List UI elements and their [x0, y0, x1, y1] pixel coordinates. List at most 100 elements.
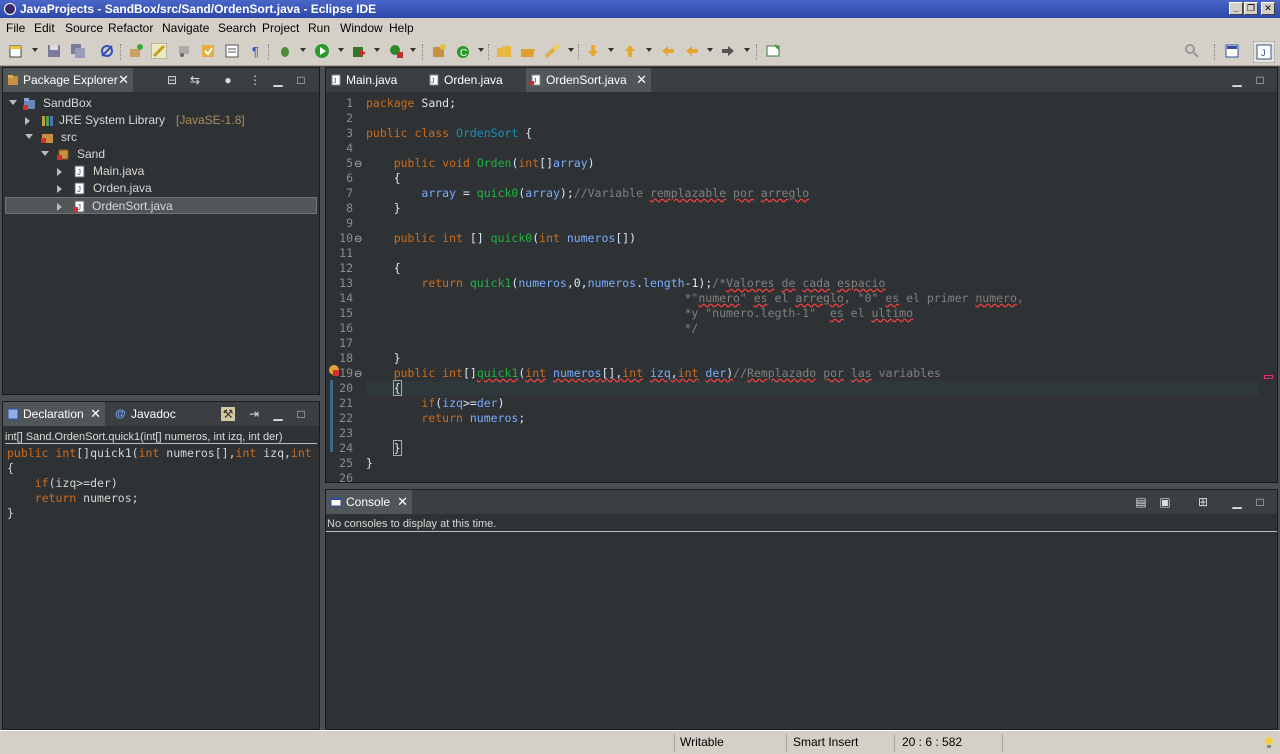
external-tools-icon[interactable] — [388, 43, 404, 59]
tab-javadoc[interactable]: @ Javadoc — [111, 402, 181, 426]
coverage-dropdown-icon[interactable] — [374, 48, 380, 52]
editor-overview-ruler[interactable] — [1263, 96, 1275, 478]
tree-item-ordensort-java[interactable]: J OrdenSort.java — [5, 197, 317, 214]
tab-declaration[interactable]: Declaration ✕ — [3, 402, 105, 426]
maximize-view-icon[interactable]: □ — [1253, 73, 1267, 87]
menu-run[interactable]: Run — [308, 21, 330, 35]
maximize-view-icon[interactable]: □ — [1253, 495, 1267, 509]
save-all-icon[interactable] — [70, 43, 86, 59]
code-editor[interactable]: package Sand; public class OrdenSort { p… — [366, 96, 1259, 482]
back-icon[interactable] — [684, 43, 700, 59]
display-selected-console-icon[interactable]: ▣ — [1158, 495, 1172, 509]
collapse-icon[interactable] — [9, 100, 17, 105]
next-annotation-icon[interactable] — [585, 43, 601, 59]
menu-navigate[interactable]: Navigate — [162, 21, 209, 35]
menu-file[interactable]: File — [6, 21, 25, 35]
open-task-icon[interactable] — [200, 43, 216, 59]
new-java-package-icon[interactable] — [431, 43, 447, 59]
menu-refactor[interactable]: Refactor — [108, 21, 153, 35]
next-annotation-dropdown-icon[interactable] — [608, 48, 614, 52]
tab-orden-java[interactable]: J Orden.java — [424, 68, 514, 92]
expand-icon[interactable] — [25, 117, 30, 125]
expand-icon[interactable] — [57, 203, 62, 211]
link-with-selection-icon[interactable]: ⚒ — [221, 407, 235, 421]
tab-package-explorer[interactable]: Package Explorer ✕ — [3, 68, 133, 92]
search-tool-icon[interactable] — [544, 43, 560, 59]
search-dropdown-icon[interactable] — [568, 48, 574, 52]
open-input-icon[interactable]: ⇥ — [247, 407, 261, 421]
java-perspective-icon[interactable]: J — [1253, 41, 1275, 63]
menu-help[interactable]: Help — [389, 21, 414, 35]
last-edit-location-icon[interactable] — [660, 43, 676, 59]
debug-dropdown-icon[interactable] — [300, 48, 306, 52]
block-selection-icon[interactable] — [224, 43, 240, 59]
menu-search[interactable]: Search — [218, 21, 256, 35]
tree-item-src[interactable]: src — [5, 129, 317, 146]
open-type-icon[interactable] — [176, 43, 192, 59]
run-dropdown-icon[interactable] — [338, 48, 344, 52]
minimize-view-icon[interactable]: ▁ — [1230, 73, 1244, 87]
collapse-all-icon[interactable]: ⊟ — [165, 73, 179, 87]
toggle-mark-occurrences-icon[interactable] — [151, 43, 167, 59]
save-icon[interactable] — [46, 43, 62, 59]
close-button[interactable]: ✕ — [1261, 2, 1275, 15]
tree-item-orden-java[interactable]: J Orden.java — [5, 180, 317, 197]
maximize-button[interactable]: ❐ — [1244, 2, 1258, 15]
close-icon[interactable]: ✕ — [118, 68, 129, 92]
maximize-view-icon[interactable]: □ — [294, 407, 308, 421]
close-icon[interactable]: ✕ — [90, 402, 101, 426]
view-menu-icon[interactable]: ⋮ — [248, 73, 262, 87]
clear-console-icon[interactable]: ▤ — [1134, 495, 1148, 509]
new-java-class-icon[interactable]: C — [455, 43, 471, 59]
back-dropdown-icon[interactable] — [707, 48, 713, 52]
open-file-icon[interactable] — [520, 43, 536, 59]
previous-annotation-dropdown-icon[interactable] — [646, 48, 652, 52]
external-tools-dropdown-icon[interactable] — [410, 48, 416, 52]
tab-console[interactable]: Console ✕ — [326, 490, 412, 514]
collapse-icon[interactable] — [41, 151, 49, 156]
menu-edit[interactable]: Edit — [34, 21, 55, 35]
error-overview-marker[interactable] — [1264, 375, 1273, 379]
search-icon[interactable] — [1184, 43, 1200, 59]
new-java-project-icon[interactable] — [128, 43, 144, 59]
skip-breakpoints-icon[interactable] — [99, 43, 115, 59]
fold-icon[interactable]: ⊖ — [354, 234, 362, 245]
expand-icon[interactable] — [57, 168, 62, 176]
coverage-icon[interactable] — [351, 43, 367, 59]
forward-icon[interactable] — [720, 43, 736, 59]
new-icon[interactable] — [8, 43, 24, 59]
minimize-button[interactable]: _ — [1229, 2, 1243, 15]
new-class-dropdown-icon[interactable] — [478, 48, 484, 52]
minimize-view-icon[interactable]: ▁ — [271, 73, 285, 87]
forward-dropdown-icon[interactable] — [744, 48, 750, 52]
tip-of-the-day-icon[interactable] — [1263, 736, 1275, 750]
tab-ordensort-java[interactable]: J OrdenSort.java ✕ — [526, 68, 651, 92]
close-icon[interactable]: ✕ — [636, 68, 647, 92]
tab-main-java[interactable]: J Main.java — [326, 68, 418, 92]
expand-icon[interactable] — [57, 185, 62, 193]
minimize-view-icon[interactable]: ▁ — [1230, 495, 1244, 509]
open-folder-icon[interactable] — [496, 43, 512, 59]
menu-source[interactable]: Source — [65, 21, 103, 35]
maximize-view-icon[interactable]: □ — [294, 73, 308, 87]
open-console-icon[interactable]: ⊞ — [1196, 495, 1210, 509]
show-whitespace-icon[interactable]: ¶ — [248, 43, 264, 59]
fold-icon[interactable]: ⊖ — [354, 159, 362, 170]
previous-annotation-icon[interactable] — [622, 43, 638, 59]
close-icon[interactable]: ✕ — [397, 490, 408, 514]
menu-project[interactable]: Project — [262, 21, 299, 35]
new-dropdown-icon[interactable] — [32, 48, 38, 52]
tree-item-jre-library[interactable]: JRE System Library [JavaSE-1.8] — [5, 112, 317, 129]
focus-on-active-task-icon[interactable]: ● — [221, 73, 235, 87]
tree-item-sand[interactable]: Sand — [5, 146, 317, 163]
collapse-icon[interactable] — [25, 134, 33, 139]
tree-item-sandbox[interactable]: SandBox — [5, 95, 317, 112]
minimize-view-icon[interactable]: ▁ — [271, 407, 285, 421]
run-icon[interactable] — [314, 43, 330, 59]
tree-item-main-java[interactable]: J Main.java — [5, 163, 317, 180]
menu-window[interactable]: Window — [340, 21, 383, 35]
fold-icon[interactable]: ⊖ — [354, 369, 362, 380]
pin-editor-icon[interactable] — [765, 43, 781, 59]
open-perspective-icon[interactable] — [1224, 43, 1240, 59]
debug-icon[interactable] — [277, 43, 293, 59]
